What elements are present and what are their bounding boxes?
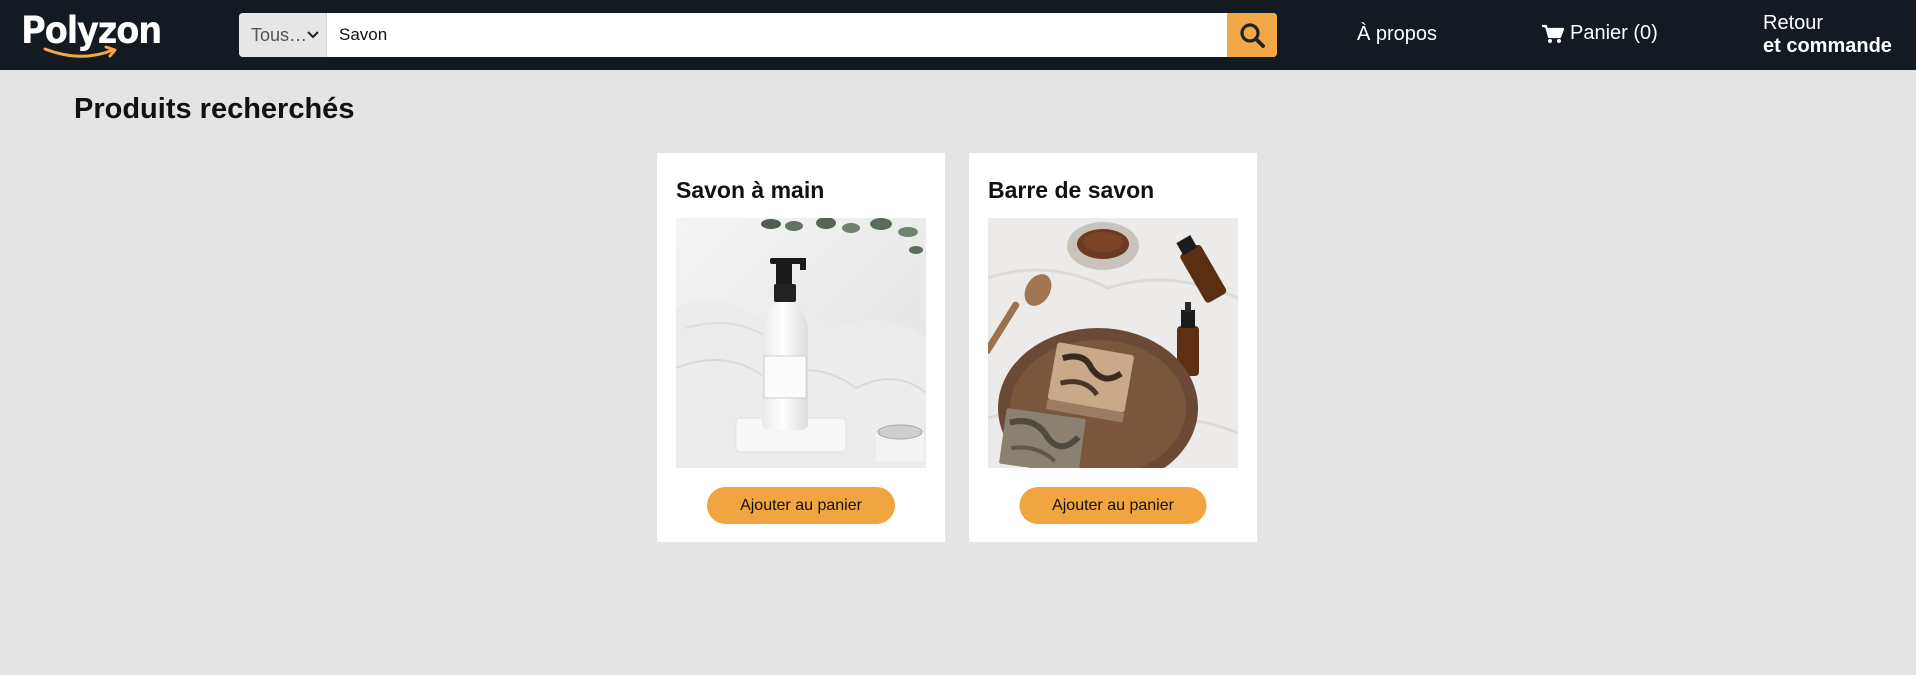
nav-orders-link[interactable]: Retour et commande [1763,12,1892,58]
product-image[interactable] [676,218,926,468]
add-to-cart-button[interactable]: Ajouter au panier [707,487,895,524]
add-to-cart-button[interactable]: Ajouter au panier [1019,487,1207,524]
polyzon-logo[interactable]: Polyzon [21,9,171,65]
nav-cart-link[interactable]: Panier (0) [1542,22,1658,45]
orders-line1: Retour [1763,12,1824,34]
soap-bar-photo [988,218,1238,468]
search-bar: Tous… [239,13,1277,57]
search-icon [1240,23,1265,48]
top-navbar: Polyzon Tous… À propos Panier (0) [0,0,1916,70]
product-title: Barre de savon [988,177,1155,203]
search-button[interactable] [1227,13,1277,57]
product-title: Savon à main [676,177,825,203]
logo-smile-icon [43,45,117,58]
category-select-value: Tous… [251,24,308,45]
product-card: Savon à main Ajouter au panier [657,153,945,542]
product-card: Barre de savon Ajouter au panier [969,153,1257,542]
cart-icon [1542,24,1564,43]
search-input[interactable] [327,13,1227,57]
category-select[interactable]: Tous… [239,13,327,57]
hand-soap-photo [676,218,926,468]
product-image[interactable] [988,218,1238,468]
cart-label: Panier (0) [1570,22,1658,44]
page-title: Produits recherchés [74,93,355,125]
orders-line2: et commande [1763,35,1892,57]
chevron-down-icon [307,31,319,39]
nav-about-link[interactable]: À propos [1357,23,1437,46]
